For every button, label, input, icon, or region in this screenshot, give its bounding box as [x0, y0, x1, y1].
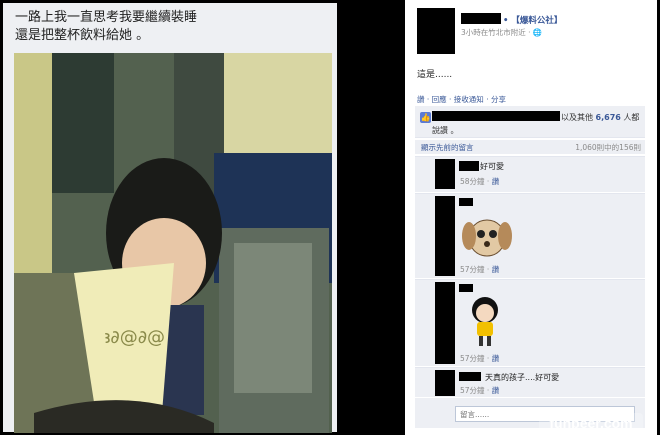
- comment-item: 好可愛 58分鐘 · 讚: [415, 156, 645, 192]
- dog-sticker-icon: [462, 219, 512, 257]
- comment-like-link[interactable]: 讚: [492, 265, 500, 274]
- redacted-commenter-name: [459, 284, 473, 292]
- redacted-poster-name: [461, 13, 501, 24]
- redacted-liker-names: [432, 111, 560, 121]
- comment-time: 57分鐘: [460, 354, 485, 363]
- redacted-commenter-name: [459, 198, 473, 206]
- photo-caption: 一路上我一直思考我要繼續裝睡 還是把整杯飲料給她 。: [15, 9, 330, 45]
- comment-time: 58分鐘: [460, 177, 485, 186]
- comment-item: 57分鐘 · 讚: [415, 279, 645, 366]
- like-thumb-icon: 👍: [420, 112, 431, 123]
- redacted-avatar: [435, 159, 455, 189]
- likes-line-2: 說讚 。: [432, 126, 459, 135]
- caption-line-2: 還是把整杯飲料給她 。: [15, 28, 150, 43]
- train-photo: ꜣ∂@∂@: [14, 53, 332, 433]
- cup-pattern: ꜣ∂@∂@: [104, 327, 165, 348]
- previous-comments-bar: 顯示先前的留言 1,060則中的156則: [415, 140, 645, 154]
- redacted-avatar: [435, 196, 455, 276]
- post-text: 這是......: [417, 70, 453, 80]
- comment-like-link[interactable]: 讚: [492, 386, 500, 395]
- redacted-avatar: [435, 370, 455, 396]
- facebook-post-panel: • 【爆料公社】 3小時在竹北市附近 · 🌐 這是...... 讚 · 回應 ·…: [405, 0, 657, 435]
- likes-count[interactable]: 6,676: [596, 113, 621, 122]
- redacted-profile-picture: [417, 8, 455, 54]
- caption-line-1: 一路上我一直思考我要繼續裝睡: [15, 10, 198, 25]
- screenshot-frame: 一路上我一直思考我要繼續裝睡 還是把整杯飲料給她 。 ꜣ∂@∂@ • 【爆料公社…: [0, 0, 660, 435]
- redacted-commenter-name: [459, 372, 481, 381]
- redacted-commenter-name: [459, 161, 479, 171]
- likes-summary[interactable]: 以及其他 6,676 人都: [561, 112, 639, 123]
- child-with-drink-image: ꜣ∂@∂@: [14, 53, 332, 433]
- post-actions[interactable]: 讚 · 回應 · 接收通知 · 分享: [417, 94, 506, 105]
- likes-bar: 👍 以及其他 6,676 人都 說讚 。: [415, 106, 645, 138]
- likes-suffix: 人都: [623, 113, 640, 122]
- comment-like-link[interactable]: 讚: [492, 177, 500, 186]
- show-previous-comments-link[interactable]: 顯示先前的留言: [421, 142, 474, 153]
- comment-like-link[interactable]: 讚: [492, 354, 500, 363]
- photo-card: 一路上我一直思考我要繼續裝睡 還是把整杯飲料給她 。 ꜣ∂@∂@: [3, 3, 337, 433]
- comment-count: 1,060則中的156則: [575, 143, 641, 152]
- redacted-avatar: [435, 282, 455, 364]
- comment-text: 天真的孩子....好可愛: [485, 373, 560, 382]
- comment-text: 好可愛: [480, 162, 504, 171]
- likes-prefix: 以及其他: [561, 113, 593, 122]
- comment-item: 天真的孩子....好可愛 57分鐘 · 讚: [415, 367, 645, 397]
- comment-time: 57分鐘: [460, 386, 485, 395]
- page-name-link[interactable]: • 【爆料公社】: [503, 14, 562, 26]
- comment-item: 57分鐘 · 讚: [415, 193, 645, 278]
- site-watermark: funpeer.com: [539, 413, 643, 433]
- girl-sticker-icon: [472, 297, 498, 346]
- comment-time: 57分鐘: [460, 265, 485, 274]
- post-meta: 3小時在竹北市附近 · 🌐: [461, 28, 543, 37]
